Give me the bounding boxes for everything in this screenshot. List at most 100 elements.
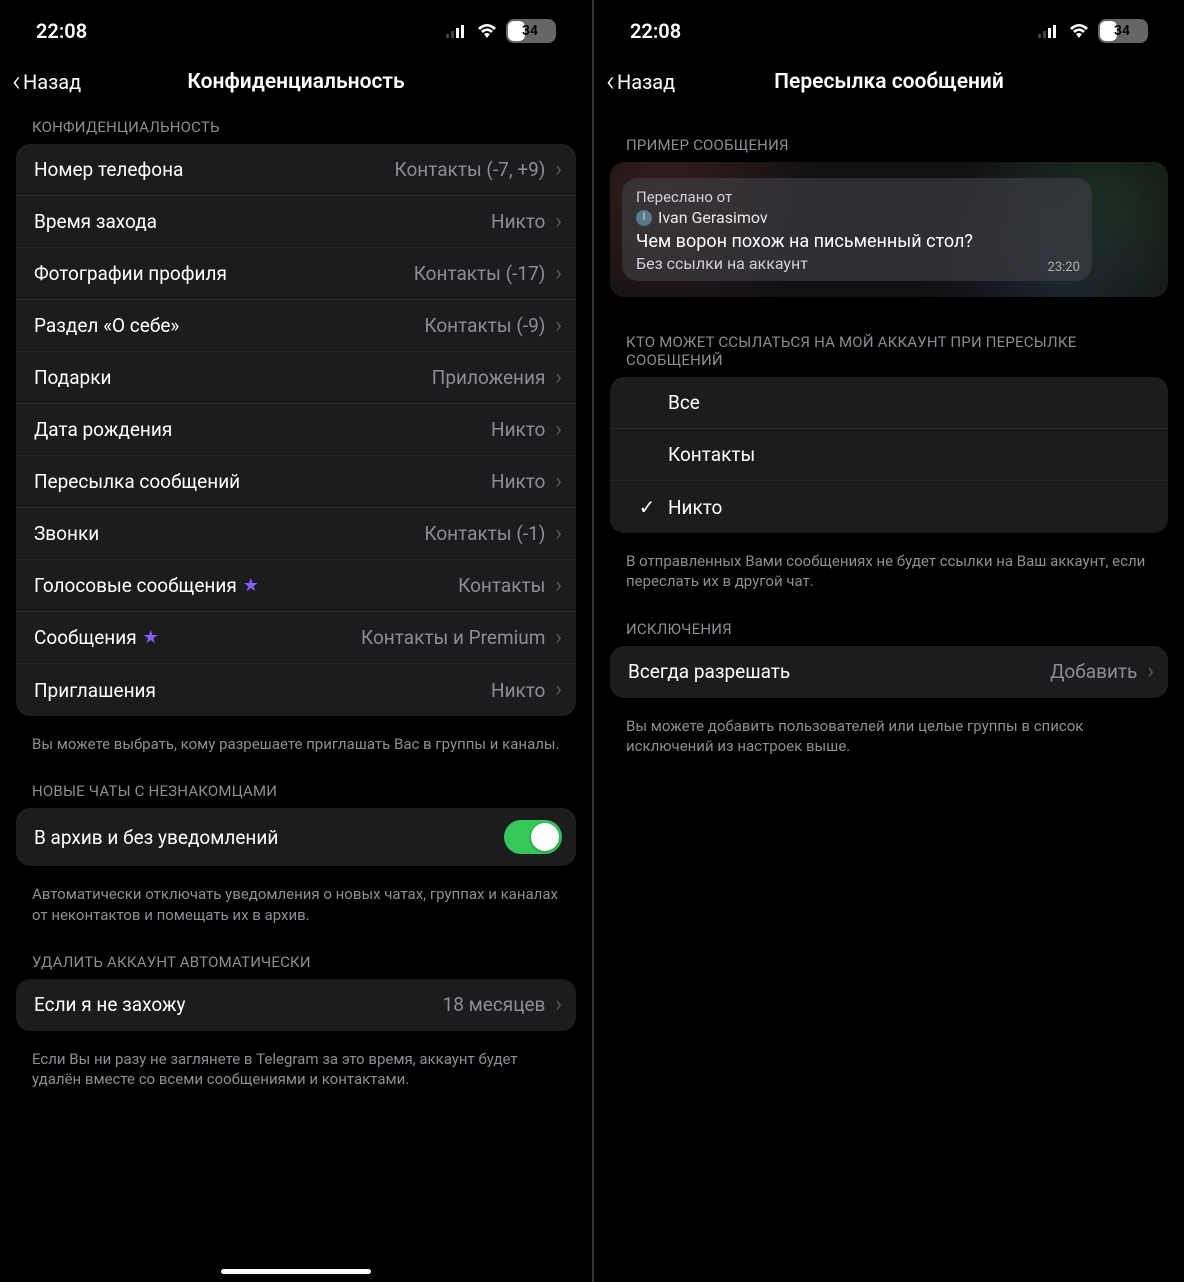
back-label: Назад — [23, 70, 81, 94]
row-value: Никто — [491, 210, 545, 233]
row-label: Если я не захожу — [34, 993, 443, 1016]
nav-header: ‹ Назад Пересылка сообщений — [594, 56, 1184, 108]
delete-group: Если я не захожу 18 месяцев › — [16, 979, 576, 1031]
row-label: Звонки — [34, 522, 424, 545]
row-label: Всегда разрешать — [628, 660, 1050, 683]
row-archive-mute[interactable]: В архив и без уведомлений — [16, 808, 576, 866]
toggle-knob — [531, 823, 559, 851]
who-group: Все Контакты ✓ Никто — [610, 377, 1168, 533]
forwarded-name: Ivan Gerasimov — [658, 208, 768, 227]
section-header-newchats: НОВЫЕ ЧАТЫ С НЕЗНАКОМЦАМИ — [16, 754, 576, 808]
back-button[interactable]: ‹ Назад — [606, 67, 675, 97]
toggle-archive-mute[interactable] — [504, 820, 562, 854]
cellular-signal-icon — [1038, 24, 1060, 38]
nav-header: ‹ Назад Конфиденциальность — [0, 56, 592, 108]
row-value: Контакты и Premium — [361, 626, 545, 649]
message-bubble: Переслано от I Ivan Gerasimov Чем ворон … — [622, 178, 1092, 281]
chevron-right-icon: › — [555, 211, 562, 233]
section-header-delete: УДАЛИТЬ АККАУНТ АВТОМАТИЧЕСКИ — [16, 925, 576, 979]
row-calls[interactable]: Звонки Контакты (-1) › — [16, 508, 576, 560]
chevron-right-icon: › — [555, 679, 562, 701]
wifi-icon — [1068, 23, 1090, 39]
status-icons: 34 — [1038, 19, 1148, 43]
chevron-right-icon: › — [555, 367, 562, 389]
section-header-privacy: КОНФИДЕНЦИАЛЬНОСТЬ — [16, 108, 576, 144]
phone-left: 22:08 34 ‹ Назад Конфиденциальность КОНФ… — [0, 0, 592, 1282]
row-label-text: Голосовые сообщения — [34, 574, 237, 597]
footer-exceptions-note: Вы можете добавить пользователей или цел… — [610, 706, 1168, 757]
row-messages[interactable]: Сообщения ★ Контакты и Premium › — [16, 612, 576, 664]
row-value: Никто — [491, 470, 545, 493]
status-time: 22:08 — [630, 19, 681, 43]
row-last-seen[interactable]: Время захода Никто › — [16, 196, 576, 248]
row-value: Никто — [491, 679, 545, 702]
row-invites[interactable]: Приглашения Никто › — [16, 664, 576, 716]
section-header-exceptions: ИСКЛЮЧЕНИЯ — [610, 592, 1168, 646]
row-label: Фотографии профиля — [34, 262, 414, 285]
row-value: Контакты (-9) — [424, 314, 545, 337]
row-gifts[interactable]: Подарки Приложения › — [16, 352, 576, 404]
status-bar: 22:08 34 — [594, 0, 1184, 56]
row-bio[interactable]: Раздел «О себе» Контакты (-9) › — [16, 300, 576, 352]
message-text: Чем ворон похож на письменный стол? — [636, 231, 1078, 252]
row-profile-photos[interactable]: Фотографии профиля Контакты (-17) › — [16, 248, 576, 300]
avatar-icon: I — [636, 210, 652, 226]
row-label: Подарки — [34, 366, 432, 389]
option-label: Никто — [668, 496, 722, 519]
option-nobody[interactable]: ✓ Никто — [610, 481, 1168, 533]
phone-right: 22:08 34 ‹ Назад Пересылка сообщений ПРИ… — [592, 0, 1184, 1282]
row-forwarding[interactable]: Пересылка сообщений Никто › — [16, 456, 576, 508]
chevron-right-icon: › — [555, 575, 562, 597]
message-subtext: Без ссылки на аккаунт — [636, 254, 1078, 273]
message-time: 23:20 — [1048, 260, 1080, 275]
forwarded-from: I Ivan Gerasimov — [636, 208, 1078, 227]
row-label: В архив и без уведомлений — [34, 826, 504, 849]
cellular-signal-icon — [446, 24, 468, 38]
footer-delete-note: Если Вы ни разу не заглянете в Telegram … — [16, 1039, 576, 1090]
content-scroll[interactable]: КОНФИДЕНЦИАЛЬНОСТЬ Номер телефона Контак… — [0, 108, 592, 1282]
battery-level: 34 — [508, 23, 552, 39]
checkmark-icon: ✓ — [626, 495, 668, 519]
premium-star-icon: ★ — [143, 627, 159, 648]
back-button[interactable]: ‹ Назад — [12, 67, 81, 97]
row-value: Приложения — [432, 366, 546, 389]
chevron-right-icon: › — [555, 627, 562, 649]
row-value: Контакты — [458, 574, 545, 597]
wifi-icon — [476, 23, 498, 39]
chevron-right-icon: › — [555, 263, 562, 285]
row-value: 18 месяцев — [443, 993, 546, 1016]
message-example: Переслано от I Ivan Gerasimov Чем ворон … — [610, 162, 1168, 297]
chevron-right-icon: › — [555, 159, 562, 181]
footer-who-note: В отправленных Вами сообщениях не будет … — [610, 541, 1168, 592]
row-label: Пересылка сообщений — [34, 470, 491, 493]
chevron-right-icon: › — [555, 523, 562, 545]
row-label: Сообщения ★ — [34, 626, 361, 649]
row-label: Раздел «О себе» — [34, 314, 424, 337]
chevron-right-icon: › — [555, 994, 562, 1016]
row-value: Добавить — [1050, 660, 1137, 683]
row-label-text: Сообщения — [34, 626, 137, 649]
section-header-example: ПРИМЕР СООБЩЕНИЯ — [610, 108, 1168, 162]
option-contacts[interactable]: Контакты — [610, 429, 1168, 481]
premium-star-icon: ★ — [243, 575, 259, 596]
row-delete-account[interactable]: Если я не захожу 18 месяцев › — [16, 979, 576, 1031]
chevron-left-icon: ‹ — [606, 67, 615, 97]
chevron-right-icon: › — [555, 419, 562, 441]
chevron-right-icon: › — [555, 471, 562, 493]
content-scroll[interactable]: ПРИМЕР СООБЩЕНИЯ Переслано от I Ivan Ger… — [594, 108, 1184, 1282]
row-label: Приглашения — [34, 679, 491, 702]
row-label: Голосовые сообщения ★ — [34, 574, 458, 597]
row-always-allow[interactable]: Всегда разрешать Добавить › — [610, 646, 1168, 698]
row-phone-number[interactable]: Номер телефона Контакты (-7, +9) › — [16, 144, 576, 196]
option-label: Контакты — [668, 443, 755, 466]
row-voice-messages[interactable]: Голосовые сообщения ★ Контакты › — [16, 560, 576, 612]
battery-icon: 34 — [506, 19, 556, 43]
chevron-right-icon: › — [555, 315, 562, 337]
home-indicator[interactable] — [221, 1269, 371, 1274]
row-birthday[interactable]: Дата рождения Никто › — [16, 404, 576, 456]
privacy-group: Номер телефона Контакты (-7, +9) › Время… — [16, 144, 576, 716]
battery-icon: 34 — [1098, 19, 1148, 43]
option-everyone[interactable]: Все — [610, 377, 1168, 429]
page-title: Конфиденциальность — [0, 70, 592, 94]
footer-privacy-note: Вы можете выбрать, кому разрешаете пригл… — [16, 724, 576, 754]
